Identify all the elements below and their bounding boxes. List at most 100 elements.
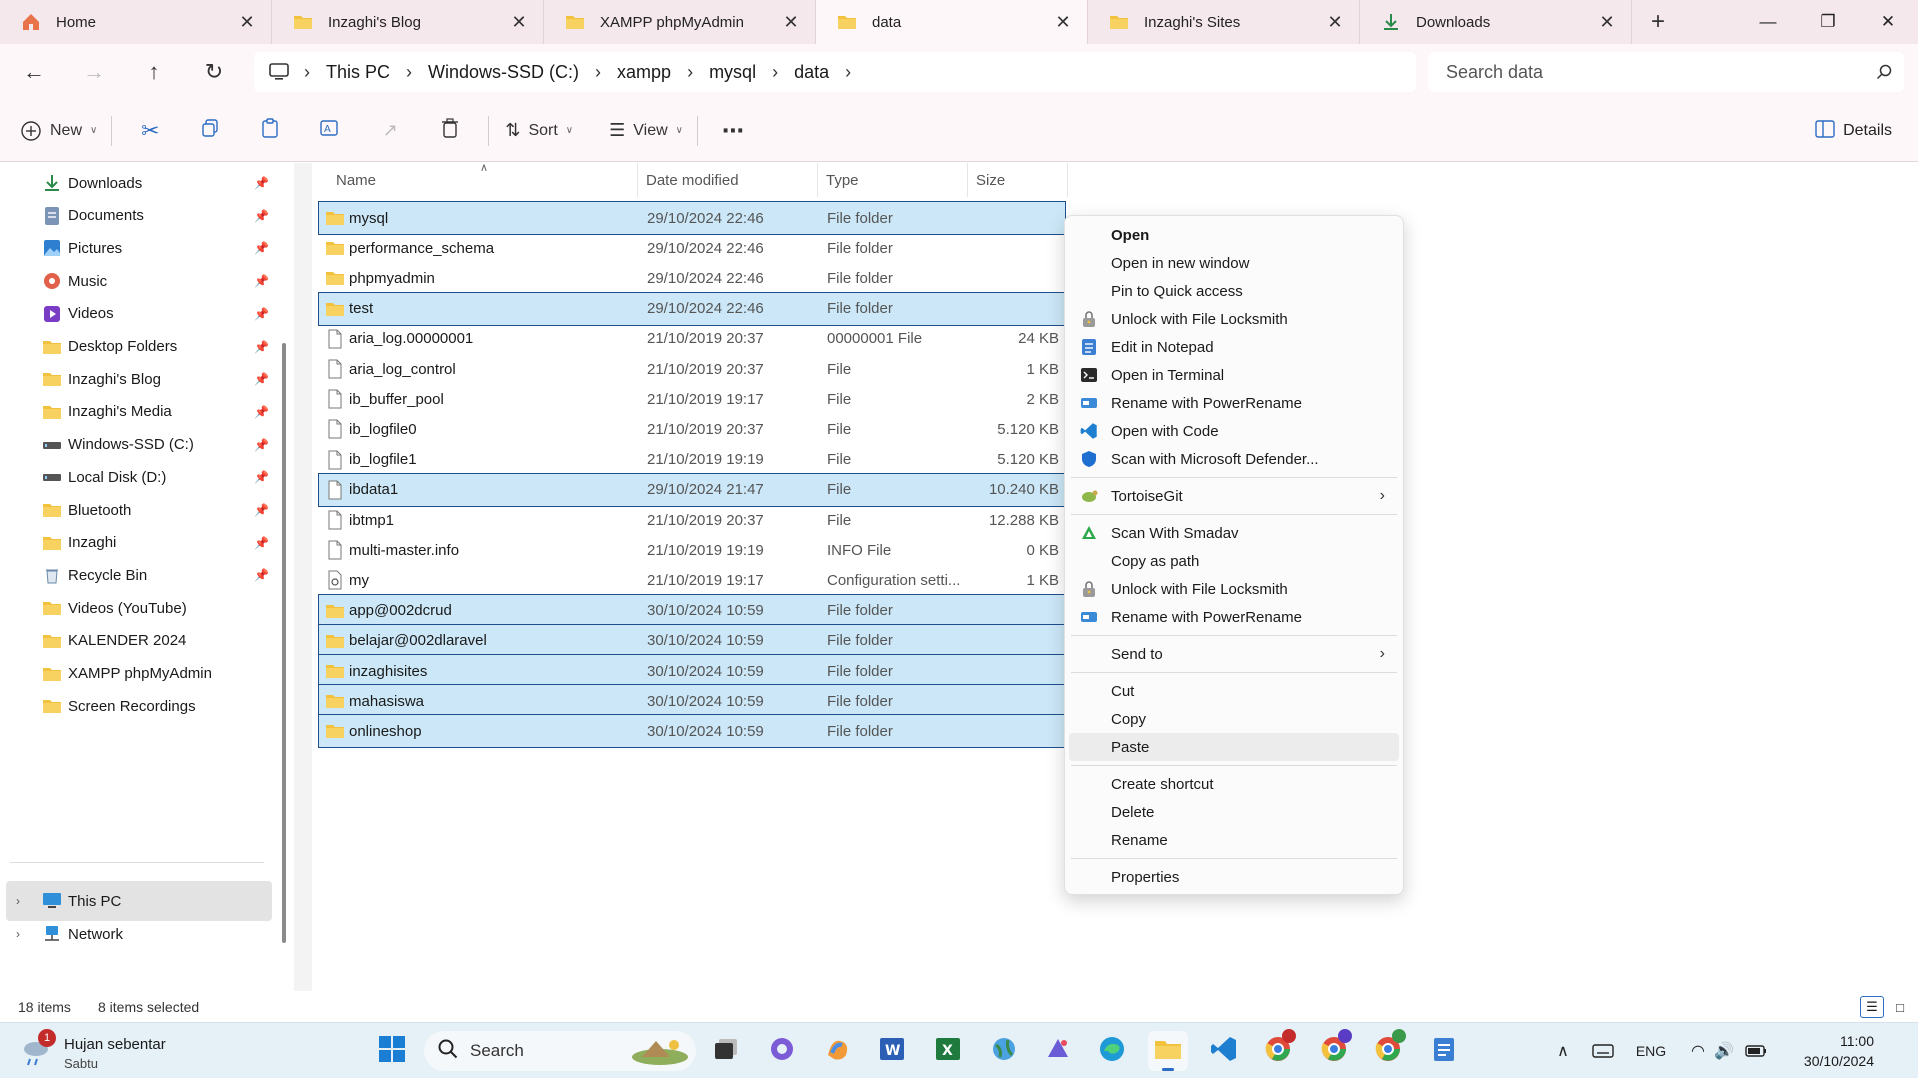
pin-icon[interactable]: 📌: [254, 536, 269, 550]
pin-icon[interactable]: 📌: [254, 470, 269, 484]
context-menu-item[interactable]: Edit in Notepad: [1069, 333, 1399, 361]
tab-3[interactable]: data ✕: [816, 0, 1088, 44]
pin-icon[interactable]: 📌: [254, 241, 269, 255]
search-box[interactable]: [1428, 52, 1904, 92]
copy-button[interactable]: [180, 111, 240, 151]
file-row[interactable]: phpmyadmin 29/10/2024 22:46 File folder: [318, 261, 1066, 295]
file-row[interactable]: ib_buffer_pool 21/10/2019 19:17 File 2 KB: [318, 382, 1066, 416]
file-row[interactable]: belajar@002dlaravel 30/10/2024 10:59 File …: [318, 623, 1066, 658]
context-menu-item[interactable]: Rename: [1069, 826, 1399, 854]
context-menu-item[interactable]: Properties: [1069, 863, 1399, 891]
close-tab-icon[interactable]: ✕: [777, 8, 805, 36]
weather-widget[interactable]: 1 Hujan sebentar Sabtu: [20, 1029, 220, 1073]
sidebar-scrollbar[interactable]: [282, 343, 286, 943]
share-button[interactable]: ↗: [360, 111, 420, 151]
new-tab-button[interactable]: +: [1632, 0, 1684, 44]
pin-icon[interactable]: 📌: [254, 503, 269, 517]
context-menu-item[interactable]: Open with Code: [1069, 417, 1399, 445]
context-menu-item[interactable]: Unlock with File Locksmith: [1069, 305, 1399, 333]
up-button[interactable]: ↑: [124, 44, 184, 100]
file-row[interactable]: mysql 29/10/2024 22:46 File folder: [318, 201, 1066, 235]
start-button[interactable]: [372, 1031, 412, 1071]
file-row[interactable]: multi-master.info 21/10/2019 19:19 INFO Fi…: [318, 533, 1066, 567]
pin-icon[interactable]: 📌: [254, 568, 269, 582]
breadcrumb-item[interactable]: mysql: [709, 62, 756, 83]
tab-2[interactable]: XAMPP phpMyAdmin ✕: [544, 0, 816, 44]
close-tab-icon[interactable]: ✕: [1049, 8, 1077, 36]
file-row[interactable]: ib_logfile1 21/10/2019 19:19 File 5.120 KB: [318, 443, 1066, 477]
show-hidden-icons[interactable]: ∧: [1550, 1031, 1576, 1071]
breadcrumb-chevron-icon[interactable]: ›: [845, 62, 851, 83]
paste-button[interactable]: [240, 111, 300, 151]
tab-1[interactable]: Inzaghi's Blog ✕: [272, 0, 544, 44]
file-row[interactable]: performance_schema 29/10/2024 22:46 File f…: [318, 231, 1066, 265]
forward-button[interactable]: →: [64, 44, 124, 100]
breadcrumb-item[interactable]: xampp: [617, 62, 671, 83]
file-row[interactable]: ibtmp1 21/10/2019 20:37 File 12.288 KB: [318, 503, 1066, 537]
column-date[interactable]: Date modified: [638, 163, 818, 197]
context-menu-item[interactable]: Cut: [1069, 677, 1399, 705]
column-type[interactable]: Type: [818, 163, 968, 197]
language-indicator[interactable]: ENG: [1630, 1031, 1672, 1071]
cut-button[interactable]: ✂: [120, 111, 180, 151]
pin-icon[interactable]: 📌: [254, 307, 269, 321]
file-row[interactable]: onlineshop 30/10/2024 10:59 File folder: [318, 714, 1066, 749]
globe-app[interactable]: [984, 1031, 1024, 1071]
file-row[interactable]: aria_log.00000001 21/10/2019 20:37 0000000…: [318, 322, 1066, 356]
breadcrumb-item[interactable]: data: [794, 62, 829, 83]
context-menu-item[interactable]: Delete: [1069, 798, 1399, 826]
column-size[interactable]: Size: [968, 163, 1068, 197]
search-icon[interactable]: [1864, 64, 1904, 80]
edge-app[interactable]: [1092, 1031, 1132, 1071]
context-menu-item[interactable]: Rename with PowerRename: [1069, 389, 1399, 417]
close-tab-icon[interactable]: ✕: [1321, 8, 1349, 36]
battery-icon[interactable]: [1742, 1031, 1770, 1071]
sidebar-tree-item[interactable]: › Network: [0, 914, 280, 954]
context-menu-item[interactable]: Pin to Quick access: [1069, 277, 1399, 305]
file-row[interactable]: app@002dcrud 30/10/2024 10:59 File folder: [318, 593, 1066, 628]
refresh-button[interactable]: ↻: [184, 44, 244, 100]
context-menu-item[interactable]: Unlock with File Locksmith: [1069, 575, 1399, 603]
file-row[interactable]: mahasiswa 30/10/2024 10:59 File folder: [318, 684, 1066, 719]
file-row[interactable]: ib_logfile0 21/10/2019 20:37 File 5.120 KB: [318, 412, 1066, 446]
sidebar-item[interactable]: Screen Recordings: [0, 686, 280, 726]
pane-splitter[interactable]: [294, 163, 312, 991]
file-row[interactable]: ibdata1 29/10/2024 21:47 File 10.240 KB: [318, 472, 1066, 507]
pin-icon[interactable]: 📌: [254, 176, 269, 190]
new-button[interactable]: New ∨: [20, 111, 97, 151]
clock[interactable]: 11:00 30/10/2024: [1804, 1031, 1874, 1071]
word-app[interactable]: W: [872, 1031, 912, 1071]
more-options-button[interactable]: ⋯: [706, 111, 760, 151]
tab-5[interactable]: Downloads ✕: [1360, 0, 1632, 44]
context-menu-item[interactable]: Scan with Microsoft Defender...: [1069, 445, 1399, 473]
pin-icon[interactable]: 📌: [254, 340, 269, 354]
sort-button[interactable]: ⇅ Sort ∨: [505, 111, 573, 151]
vscode-app[interactable]: [1204, 1031, 1244, 1071]
tab-0[interactable]: Home ✕: [0, 0, 272, 44]
context-menu-item[interactable]: Scan With Smadav: [1069, 519, 1399, 547]
breadcrumb-chevron-icon[interactable]: ›: [304, 62, 310, 83]
pin-icon[interactable]: 📌: [254, 438, 269, 452]
close-window-button[interactable]: ✕: [1858, 0, 1918, 44]
view-button[interactable]: ☰ View ∨: [609, 111, 683, 151]
close-tab-icon[interactable]: ✕: [1593, 8, 1621, 36]
breadcrumb-chevron-icon[interactable]: ›: [595, 62, 601, 83]
column-name[interactable]: Name ∧: [312, 162, 638, 197]
details-pane-button[interactable]: Details: [1815, 111, 1892, 151]
keyboard-icon[interactable]: [1588, 1031, 1618, 1071]
copilot-app[interactable]: [762, 1031, 802, 1071]
back-button[interactable]: ←: [4, 44, 64, 100]
drawing-app[interactable]: [1038, 1031, 1078, 1071]
details-view-toggle[interactable]: ☰: [1860, 996, 1884, 1018]
chrome-app-3[interactable]: [1368, 1029, 1408, 1071]
rename-button[interactable]: A: [300, 111, 360, 151]
chrome-app-1[interactable]: [1258, 1029, 1298, 1071]
minimize-button[interactable]: —: [1738, 0, 1798, 44]
file-explorer-app[interactable]: [1148, 1031, 1188, 1071]
context-menu-item[interactable]: TortoiseGit ›: [1069, 482, 1399, 510]
context-menu-item[interactable]: Open in new window: [1069, 249, 1399, 277]
pin-icon[interactable]: 📌: [254, 405, 269, 419]
delete-button[interactable]: [420, 111, 480, 151]
excel-app[interactable]: X: [928, 1031, 968, 1071]
restore-button[interactable]: ❐: [1798, 0, 1858, 44]
